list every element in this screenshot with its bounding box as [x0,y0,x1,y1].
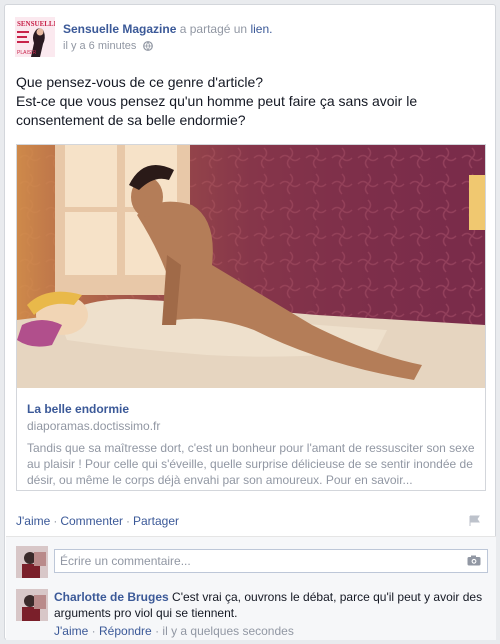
comment-button[interactable]: Commenter [60,514,123,528]
separator: · [91,624,96,638]
separator: · [53,514,58,528]
post-actions: J'aime · Commenter · Partager [16,514,179,528]
comment-timestamp[interactable]: il y a quelques secondes [162,624,293,638]
comment-meta: J'aime · Répondre · il y a quelques seco… [54,623,484,639]
commenter-avatar[interactable] [16,589,48,621]
comment-item: Charlotte de Bruges C'est vrai ça, ouvro… [54,589,484,639]
separator: · [155,624,160,638]
post-card: SENSUELLE PLAISIR Sensuelle Magazine a p… [4,4,496,640]
attachment-title[interactable]: La belle endormie [27,402,129,416]
post-message-line-2: Est-ce que vous pensez qu'un homme peut … [16,93,418,128]
comment-reply-button[interactable]: Répondre [99,624,152,638]
comment-input[interactable] [55,550,455,572]
post-message: Que pensez-vous de ce genre d'article? E… [16,73,486,130]
action-text: a partagé un [179,22,248,36]
svg-text:SENSUELLE: SENSUELLE [17,20,55,28]
svg-text:PLAISIR: PLAISIR [17,50,37,56]
separator: · [126,514,130,528]
page-avatar[interactable]: SENSUELLE PLAISIR [15,17,55,57]
post-header-text: Sensuelle Magazine a partagé un lien. il… [63,21,463,55]
comment-like-button[interactable]: J'aime [54,624,88,638]
post-message-line-1: Que pensez-vous de ce genre d'article? [16,74,264,90]
attachment-domain: diaporamas.doctissimo.fr [27,419,161,433]
user-avatar[interactable] [16,546,48,578]
link-attachment[interactable]: La belle endormie diaporamas.doctissimo.… [16,144,486,491]
share-button[interactable]: Partager [133,514,179,528]
comment-author[interactable]: Charlotte de Bruges [54,590,169,604]
camera-icon[interactable] [467,555,481,566]
attachment-description: Tandis que sa maîtresse dort, c'est un b… [27,441,475,487]
flag-icon[interactable] [469,515,481,526]
globe-icon [142,39,153,55]
like-button[interactable]: J'aime [16,514,50,528]
post-timestamp[interactable]: il y a 6 minutes [63,40,136,52]
shared-link[interactable]: lien. [250,22,272,36]
comment-input-box[interactable] [54,549,488,573]
attachment-image[interactable] [17,145,485,388]
author-name[interactable]: Sensuelle Magazine [63,22,176,36]
comments-section: Charlotte de Bruges C'est vrai ça, ouvro… [6,536,496,640]
